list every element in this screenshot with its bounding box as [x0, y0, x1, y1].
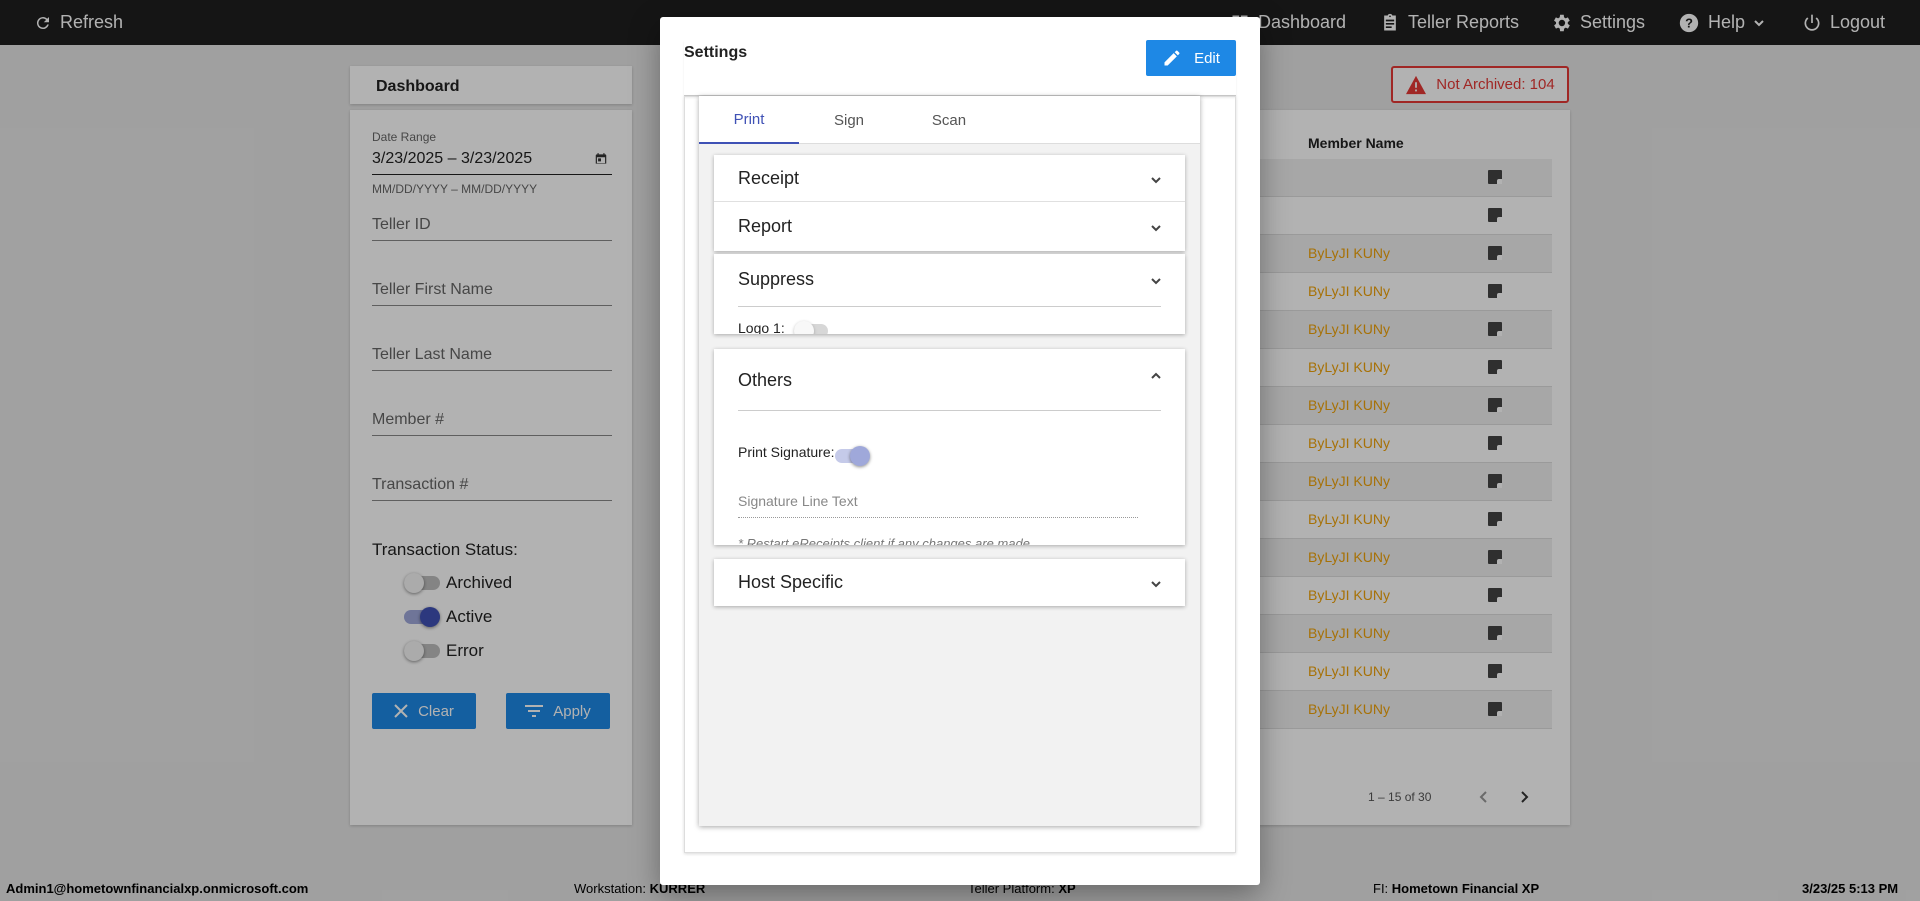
host-specific-title: Host Specific [738, 572, 844, 592]
divider [738, 306, 1161, 307]
others-panel-header[interactable]: Others [714, 349, 1185, 411]
edit-button[interactable]: Edit [1146, 40, 1236, 76]
signature-line-text-input[interactable]: Signature Line Text [738, 493, 1138, 518]
host-specific-panel[interactable]: Host Specific [714, 559, 1185, 606]
chevron-down-icon [1149, 173, 1163, 187]
chevron-down-icon [1149, 221, 1163, 235]
chevron-down-icon [1149, 274, 1163, 288]
logo-1-label: Logo 1: [738, 320, 785, 334]
print-signature-label: Print Signature: [738, 444, 835, 460]
tab-sign[interactable]: Sign [799, 96, 899, 144]
logo-1-toggle[interactable] [794, 321, 828, 334]
receipt-panel-header[interactable]: Receipt [714, 155, 1185, 202]
others-title: Others [738, 370, 793, 390]
suppress-panel: Suppress Logo 1: [714, 254, 1185, 334]
pencil-icon [1164, 50, 1180, 66]
divider [738, 410, 1161, 411]
tab-scan[interactable]: Scan [899, 96, 999, 144]
report-panel-header[interactable]: Report [714, 203, 1185, 251]
dialog-title: Settings [684, 44, 748, 61]
dialog-header: Edit [684, 40, 1236, 96]
receipt-report-panels: Receipt Report [714, 155, 1185, 251]
print-signature-toggle[interactable] [835, 446, 870, 466]
settings-dialog: Edit Settings Print Sign Scan Receipt Re… [660, 17, 1260, 885]
suppress-panel-header[interactable]: Suppress [714, 254, 1185, 306]
others-panel: Others Print Signature: Signature Line T… [714, 349, 1185, 545]
suppress-title: Suppress [738, 269, 815, 289]
chevron-down-icon [1149, 577, 1163, 591]
chevron-up-icon [1149, 369, 1163, 383]
tab-print[interactable]: Print [699, 96, 799, 144]
toggle-knob [794, 321, 814, 334]
settings-tabs: Print Sign Scan [699, 96, 1200, 144]
edit-label: Edit [1194, 49, 1220, 67]
toggle-knob [850, 446, 870, 466]
settings-card: Print Sign Scan Receipt Report Suppress … [699, 96, 1200, 826]
restart-note: * Restart eReceipts client if any change… [738, 536, 1030, 545]
report-title: Report [738, 216, 793, 236]
receipt-title: Receipt [738, 168, 800, 188]
